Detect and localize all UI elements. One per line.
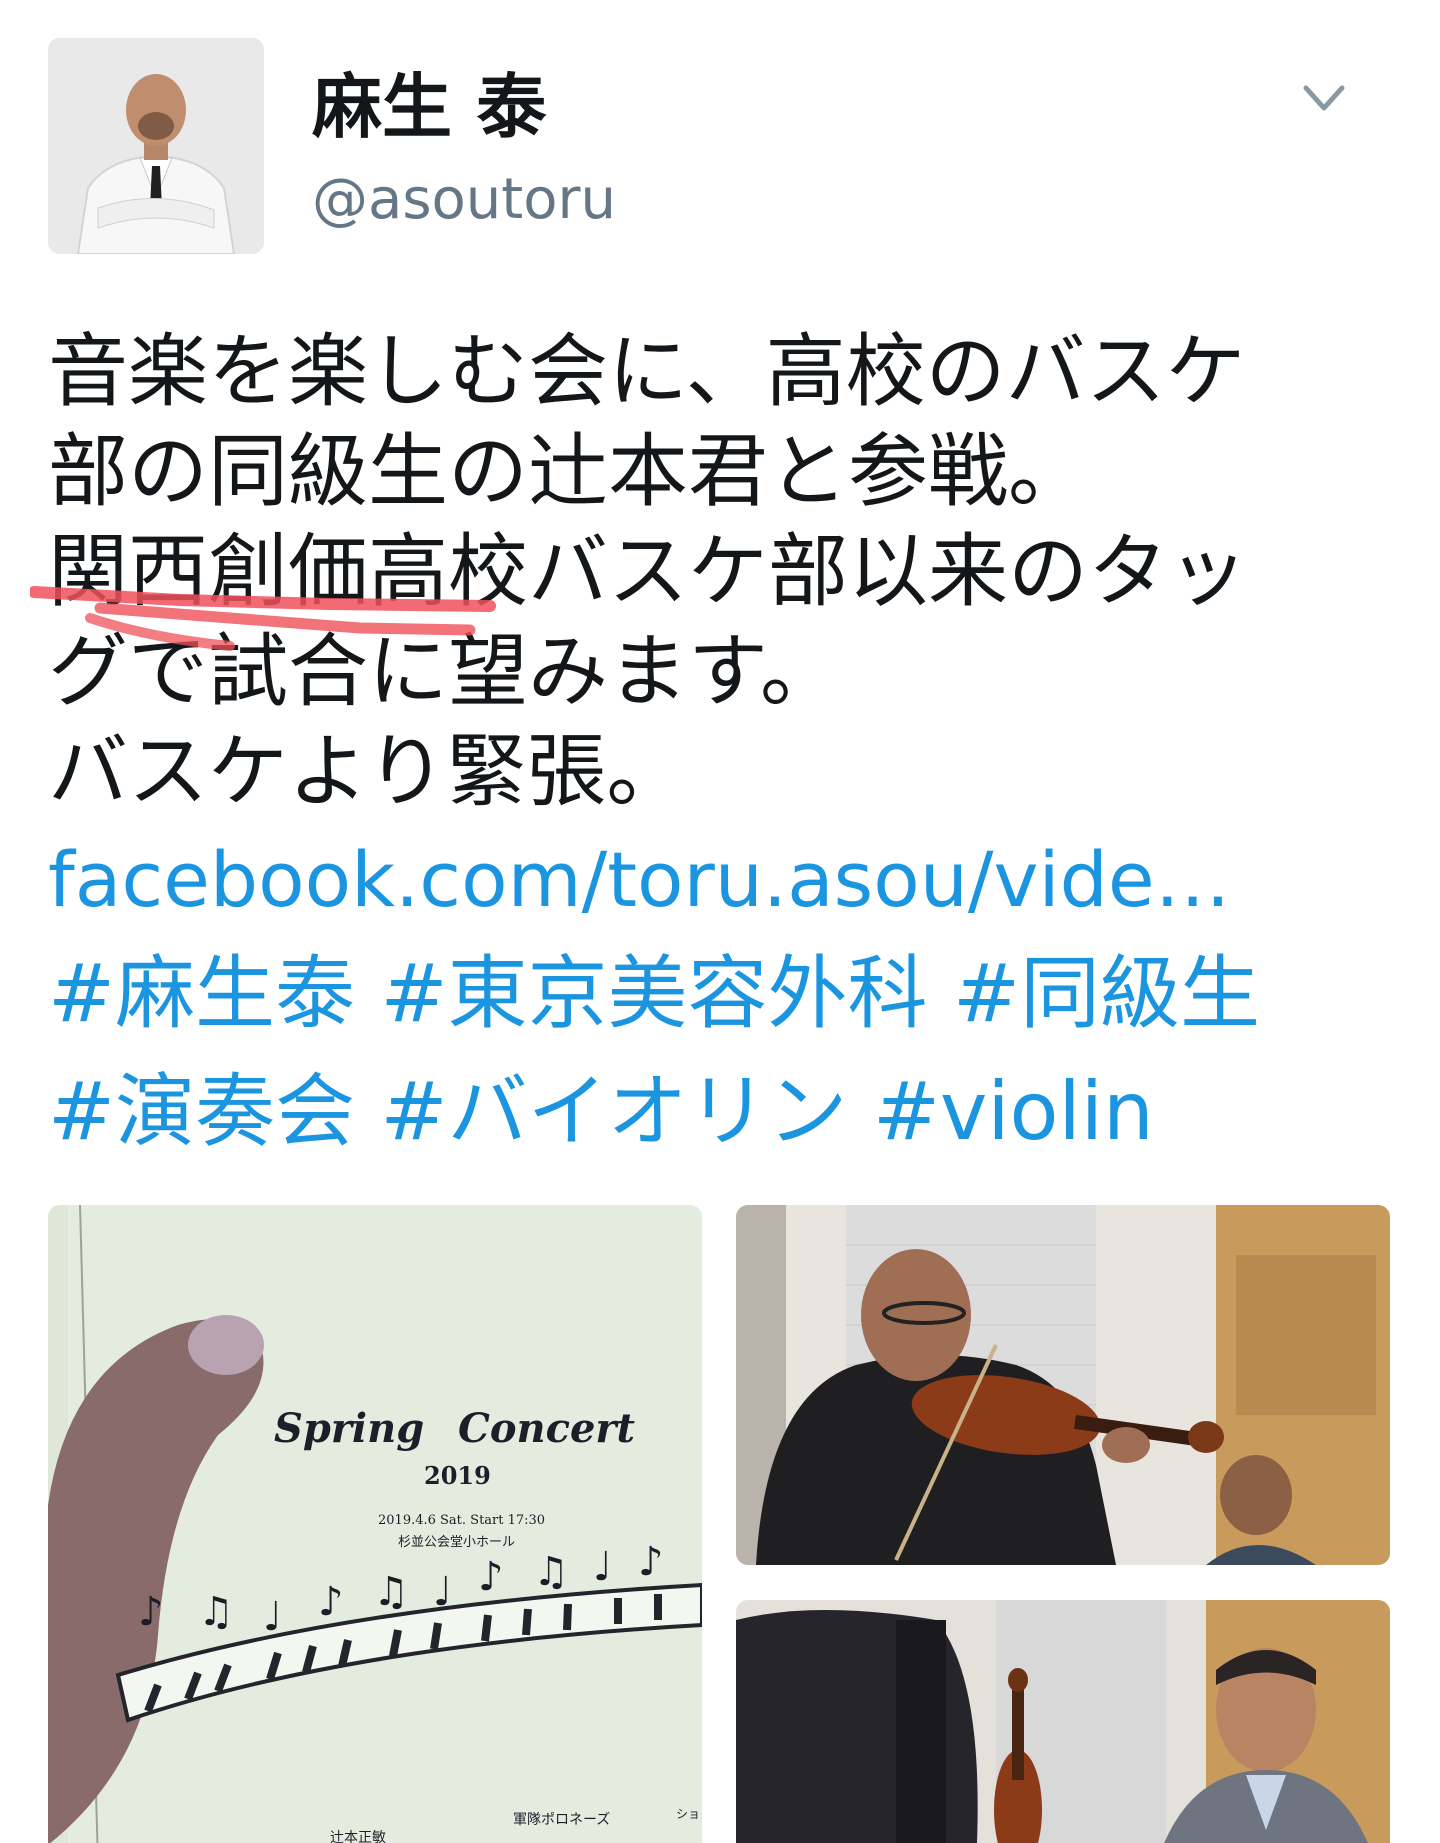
svg-text:♪: ♪ — [638, 1539, 664, 1585]
hashtag[interactable]: #同級生 — [953, 947, 1260, 1040]
flyer-program-item: 軍隊ポロネーズ — [513, 1812, 611, 1828]
svg-text:♪: ♪ — [478, 1554, 504, 1600]
svg-text:♩: ♩ — [593, 1544, 612, 1590]
svg-text:♫: ♫ — [373, 1569, 409, 1615]
tweet-text: 音楽を楽しむ会に、高校のバスケ 部の同級生の辻本君と参戦。 関西創価高校バスケ部… — [48, 322, 1408, 822]
tweet-line: 音楽を楽しむ会に、高校のバスケ — [48, 325, 1246, 418]
hashtag[interactable]: #東京美容外科 — [380, 947, 927, 1040]
flyer-venue: 杉並公会堂小ホール — [398, 1535, 516, 1550]
svg-text:♫: ♫ — [533, 1549, 569, 1595]
hashtag[interactable]: #violin — [873, 1065, 1154, 1158]
svg-text:♫: ♫ — [198, 1589, 234, 1635]
hashtag[interactable]: #バイオリン — [380, 1065, 847, 1158]
avatar[interactable] — [48, 38, 264, 254]
hashtag[interactable]: #演奏会 — [48, 1065, 355, 1158]
flyer-title-spring: Spring — [274, 1405, 425, 1452]
svg-text:♪: ♪ — [138, 1589, 164, 1635]
tweet-line: 関西創価高校バスケ部以来のタッ — [48, 525, 1248, 618]
svg-text:♪: ♪ — [318, 1579, 344, 1625]
user-handle[interactable]: @asoutoru — [312, 165, 616, 235]
hashtag-list: #麻生泰 #東京美容外科 #同級生 #演奏会 #バイオリン #violin — [48, 935, 1408, 1171]
flyer-date: 2019.4.6 Sat. Start 17:30 — [378, 1513, 546, 1528]
facebook-link[interactable]: facebook.com/toru.asou/vide… — [48, 830, 1231, 930]
hashtag[interactable]: #麻生泰 — [48, 947, 355, 1040]
tweet-line: 部の同級生の辻本君と参戦。 — [48, 425, 1088, 518]
avatar-image — [48, 38, 264, 254]
duo-photo[interactable] — [736, 1600, 1390, 1843]
flyer-program-item: 辻本正敏 — [330, 1830, 386, 1843]
tweet-line: グで試合に望みます。 — [48, 625, 840, 718]
display-name[interactable]: 麻生 泰 — [312, 62, 546, 152]
concert-flyer-photo[interactable]: ♪ ♫ ♩ ♪ ♫ ♩ ♪ ♫ ♩ ♪ Spring Concert 2019 … — [48, 1205, 702, 1843]
flyer-title-concert: Concert — [458, 1405, 635, 1452]
flyer-year: 2019 — [424, 1461, 491, 1490]
tweet-line: バスケより緊張。 — [48, 725, 687, 818]
violinist-photo[interactable] — [736, 1205, 1390, 1565]
flyer-program-item: ショ — [676, 1807, 701, 1821]
chevron-down-icon[interactable] — [1300, 78, 1348, 118]
